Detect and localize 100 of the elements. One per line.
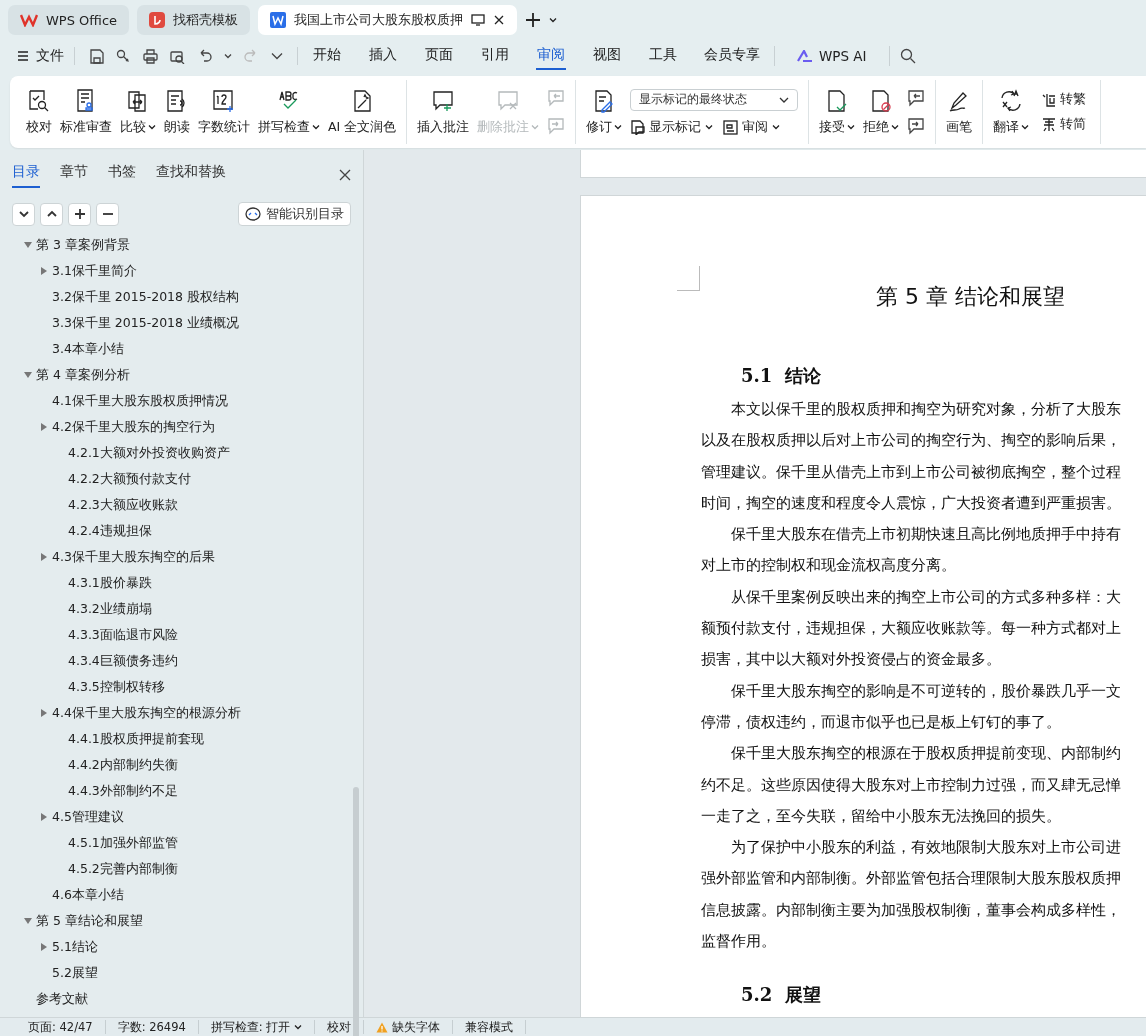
more-icon[interactable] xyxy=(271,52,283,60)
toc-item[interactable]: 4.3.2业绩崩塌 xyxy=(68,600,152,618)
ribbon-button[interactable]: 字数统计 xyxy=(194,84,254,140)
expand-triangle-icon[interactable] xyxy=(40,943,48,951)
logo-icon xyxy=(20,13,38,27)
toc-item[interactable]: 4.3.3面临退市风险 xyxy=(68,626,178,644)
ribbon-tab[interactable]: 会员专享 xyxy=(704,42,760,70)
ribbon-tab[interactable]: 视图 xyxy=(592,42,622,70)
file-menu[interactable]: 文件 xyxy=(18,47,74,65)
app-tab[interactable]: 找稻壳模板 xyxy=(137,5,251,35)
toc-item[interactable]: 4.3.1股价暴跌 xyxy=(68,574,152,592)
expand-triangle-icon[interactable] xyxy=(40,267,48,275)
toc-item[interactable]: 4.2.1大额对外投资收购资产 xyxy=(68,444,230,462)
ribbon-tab[interactable]: 审阅 xyxy=(536,42,566,70)
panel-tab[interactable]: 目录 xyxy=(12,162,40,188)
toc-item[interactable]: 3.3保千里 2015-2018 业绩概况 xyxy=(52,314,239,332)
ribbon-button[interactable]: 审阅 xyxy=(723,118,781,136)
comment-back-icon[interactable] xyxy=(907,89,926,107)
panel-tab[interactable]: 书签 xyxy=(108,162,136,188)
plus-button[interactable] xyxy=(68,202,91,226)
toc-item[interactable]: 4.4.3外部制约不足 xyxy=(68,782,178,800)
margin-corner-mark xyxy=(677,266,700,291)
collapse-triangle-icon[interactable] xyxy=(24,371,32,379)
save-icon[interactable] xyxy=(89,48,104,64)
toc-item[interactable]: 5.2展望 xyxy=(52,964,98,982)
minus-button[interactable] xyxy=(96,202,119,226)
ribbon-button[interactable]: 比较 xyxy=(116,84,160,140)
expand-triangle-icon[interactable] xyxy=(40,813,48,821)
app-tab[interactable]: WPS Office xyxy=(8,5,130,35)
ribbon-tab[interactable]: 页面 xyxy=(424,42,454,70)
toc-item[interactable]: 5.1结论 xyxy=(52,938,98,956)
markup-dropdown[interactable]: 显示标记的最终状态 xyxy=(630,88,799,111)
collapse-up-button[interactable] xyxy=(40,202,63,226)
expand-triangle-icon[interactable] xyxy=(40,553,48,561)
toc-item[interactable]: 第 3 章案例背景 xyxy=(36,236,130,254)
toc-item[interactable]: 3.4本章小结 xyxy=(52,340,124,358)
ribbon-tab[interactable]: 开始 xyxy=(312,42,342,70)
print-preview-icon[interactable] xyxy=(170,48,185,64)
ai-logo-icon xyxy=(797,50,813,62)
body-paragraph: 从保千里案例反映出来的掏空上市公司的方式多种多样：大 额预付款支付，违规担保，大额应收账款等。每一种方式都对上 损害，其中以大额对外投资侵占的资金最多。 xyxy=(701,586,1122,671)
smart-toc-button[interactable]: 智能识别目录 xyxy=(238,202,351,226)
toc-item[interactable]: 4.5管理建议 xyxy=(52,808,124,826)
ribbon-button[interactable]: 显示标记 xyxy=(630,118,714,136)
ribbon-button[interactable]: 插入批注 xyxy=(413,84,474,140)
missing-font-warning[interactable]: 缺失字体 xyxy=(364,1020,454,1034)
add-tab-icon[interactable] xyxy=(525,12,542,28)
ribbon-tab[interactable]: 工具 xyxy=(648,42,678,70)
close-icon[interactable] xyxy=(493,14,506,26)
toc-item[interactable]: 4.6本章小结 xyxy=(52,886,124,904)
toc-item[interactable]: 第 4 章案例分析 xyxy=(36,366,130,384)
ribbon-button[interactable]: AI 全文润色 xyxy=(324,84,401,140)
search-icon[interactable] xyxy=(899,48,916,64)
ribbon-button[interactable]: 标准审查 xyxy=(56,84,116,140)
toc-item[interactable]: 4.3保千里大股东掏空的后果 xyxy=(52,548,215,566)
ribbon-button[interactable]: 拒绝 xyxy=(859,84,904,140)
comment-next-icon[interactable] xyxy=(907,117,926,135)
toc-item[interactable]: 4.4.2内部制约失衡 xyxy=(68,756,178,774)
panel-tab[interactable]: 查找和替换 xyxy=(156,162,226,188)
ribbon-tab[interactable]: 插入 xyxy=(368,42,398,70)
ribbon-button[interactable]: 画笔 xyxy=(942,84,977,140)
ribbon-tab[interactable]: 引用 xyxy=(480,42,510,70)
toc-item[interactable]: 4.1保千里大股东股权质押情况 xyxy=(52,392,228,410)
collapse-triangle-icon[interactable] xyxy=(24,917,32,925)
toc-item[interactable]: 4.3.4巨额债务违约 xyxy=(68,652,178,670)
toc-item[interactable]: 4.2.3大额应收账款 xyxy=(68,496,178,514)
ribbon-button[interactable]: 转繁 xyxy=(1041,91,1087,108)
ribbon-button[interactable]: 修订 xyxy=(582,84,627,140)
toc-item[interactable]: 4.3.5控制权转移 xyxy=(68,678,165,696)
toc-item[interactable]: 3.1保千里简介 xyxy=(52,262,137,280)
ribbon-button[interactable]: 翻译 xyxy=(989,84,1034,140)
ribbon-button[interactable]: 拼写检查 xyxy=(254,84,324,140)
toc-item[interactable]: 3.2保千里 2015-2018 股权结构 xyxy=(52,288,239,306)
collapse-triangle-icon[interactable] xyxy=(24,241,32,249)
print-icon[interactable] xyxy=(143,48,158,64)
expand-triangle-icon[interactable] xyxy=(40,423,48,431)
spell-check-toggle[interactable]: 拼写检查: 打开 xyxy=(198,1020,316,1034)
ai-button[interactable]: WPS AI xyxy=(797,48,867,64)
page-count: 页面: 42/47 xyxy=(16,1020,106,1034)
toc-item[interactable]: 4.4.1股权质押提前套现 xyxy=(68,730,204,748)
toc-item[interactable]: 4.4保千里大股东掏空的根源分析 xyxy=(52,704,241,722)
proofread-button[interactable]: 校对 xyxy=(315,1020,365,1034)
ribbon-button[interactable]: 校对 xyxy=(22,84,56,140)
toc-item[interactable]: 第 5 章结论和展望 xyxy=(36,912,143,930)
toc-item[interactable]: 4.5.2完善内部制衡 xyxy=(68,860,178,878)
warning-icon xyxy=(376,1021,389,1033)
ribbon-button[interactable]: 朗读 xyxy=(160,84,194,140)
app-tab[interactable]: 我国上市公司大股东股权质押 xyxy=(258,5,518,35)
panel-tab[interactable]: 章节 xyxy=(60,162,88,188)
compatibility-mode[interactable]: 兼容模式 xyxy=(453,1020,527,1034)
toc-item[interactable]: 4.5.1加强外部监管 xyxy=(68,834,178,852)
ribbon-button[interactable]: 转简 xyxy=(1041,116,1087,133)
close-icon[interactable] xyxy=(339,169,351,181)
expand-triangle-icon[interactable] xyxy=(40,709,48,717)
toc-item[interactable]: 4.2.4违规担保 xyxy=(68,522,152,540)
toc-item[interactable]: 4.2.2大额预付款支付 xyxy=(68,470,191,488)
collapse-down-button[interactable] xyxy=(12,202,35,226)
toc-item[interactable]: 参考文献 xyxy=(36,990,88,1008)
ribbon-button[interactable]: 接受 xyxy=(815,84,860,140)
toc-item[interactable]: 4.2保千里大股东的掏空行为 xyxy=(52,418,215,436)
caret-icon xyxy=(224,53,232,59)
